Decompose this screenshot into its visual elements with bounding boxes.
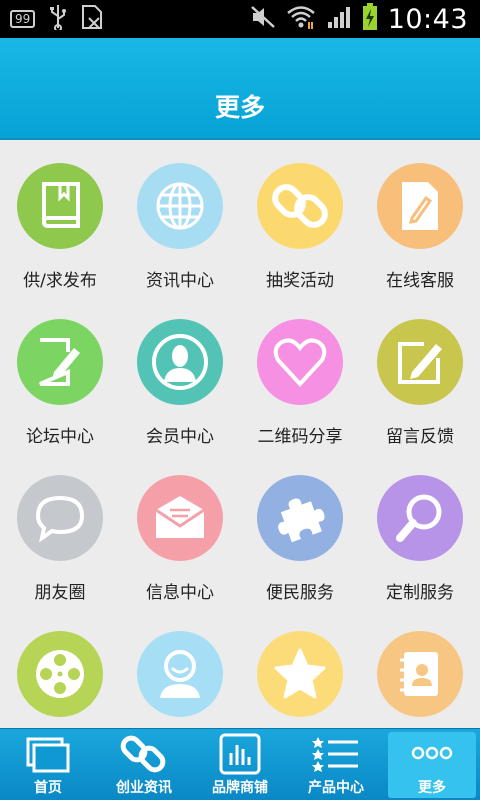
- grid-item-label: 在线客服: [386, 271, 454, 291]
- bottom-tab-bar: 首页 创业资讯 品牌商铺 产品中心 更多: [0, 728, 480, 800]
- tab-label: 品牌商铺: [212, 780, 268, 796]
- grid-item-circle: [377, 163, 463, 249]
- feature-grid: 供/求发布 资讯中心 抽奖活动 在线客服 论坛中心 会员中心 二维码分享 留言反…: [0, 142, 480, 728]
- grid-item-qrcode-share[interactable]: 二维码分享: [240, 298, 360, 454]
- film-reel-icon: [36, 650, 84, 698]
- home-windows-icon: [26, 737, 70, 773]
- grid-item-label: 抽奖活动: [266, 271, 334, 291]
- contact-book-icon: [400, 652, 438, 696]
- chain-link-icon: [272, 184, 328, 228]
- grid-item-label: 留言反馈: [386, 427, 454, 447]
- signal-icon: [326, 5, 352, 33]
- grid-item-convenience[interactable]: 便民服务: [240, 454, 360, 610]
- grid-item-label: 二维码分享: [257, 427, 343, 447]
- heart-icon: [273, 338, 327, 387]
- edit-note-icon: [39, 338, 80, 386]
- grid-item-circle: [377, 475, 463, 561]
- grid-item-circle: [257, 475, 343, 561]
- grid-item-circle: [137, 163, 223, 249]
- grid-item-moments[interactable]: 朋友圈: [0, 454, 120, 610]
- chat-bubble-icon: [35, 495, 85, 543]
- grid-item-circle: [257, 319, 343, 405]
- grid-item-circle: [17, 475, 103, 561]
- grid-item-label: 资讯中心: [146, 271, 214, 291]
- grid-item-circle: [137, 475, 223, 561]
- grid-item-profile[interactable]: [120, 610, 240, 728]
- tab-label: 创业资讯: [116, 780, 172, 796]
- tab-home[interactable]: 首页: [0, 729, 96, 800]
- status-bar: 99 10:43: [0, 0, 480, 38]
- grid-item-label: 论坛中心: [26, 427, 94, 447]
- grid-item-label: 供/求发布: [23, 271, 97, 291]
- smiley-person-icon: [160, 650, 200, 698]
- member-icon: [152, 334, 208, 390]
- page-title: 更多: [214, 93, 265, 122]
- grid-item-label: 便民服务: [266, 583, 334, 603]
- magnifier-icon: [396, 494, 442, 542]
- grid-item-circle: [377, 631, 463, 717]
- tab-label: 更多: [418, 780, 446, 796]
- wifi-icon: [286, 4, 316, 34]
- sim-card-icon: [81, 4, 103, 34]
- notification-count-badge: 99: [10, 10, 36, 28]
- tab-more[interactable]: 更多: [384, 729, 480, 800]
- grid-item-circle: [137, 631, 223, 717]
- document-pen-icon: [402, 182, 438, 230]
- grid-item-member[interactable]: 会员中心: [120, 298, 240, 454]
- book-icon: [42, 182, 80, 228]
- grid-item-news[interactable]: 资讯中心: [120, 142, 240, 298]
- mute-icon: [250, 5, 276, 33]
- grid-item-label: 会员中心: [146, 427, 214, 447]
- more-dots-icon: [411, 746, 453, 760]
- tab-startup-news[interactable]: 创业资讯: [96, 729, 192, 800]
- tab-product-center[interactable]: 产品中心: [288, 729, 384, 800]
- star-icon: [274, 648, 326, 699]
- grid-item-feedback[interactable]: 留言反馈: [360, 298, 480, 454]
- globe-icon: [156, 182, 204, 230]
- grid-item-circle: [17, 319, 103, 405]
- pencil-box-icon: [398, 342, 442, 384]
- battery-icon: [362, 3, 378, 35]
- grid-item-circle: [17, 631, 103, 717]
- grid-item-label: 定制服务: [386, 583, 454, 603]
- grid-item-lottery[interactable]: 抽奖活动: [240, 142, 360, 298]
- grid-item-forum[interactable]: 论坛中心: [0, 298, 120, 454]
- bar-chart-icon: [219, 733, 261, 775]
- star-list-icon: [312, 737, 358, 772]
- grid-item-circle: [257, 163, 343, 249]
- grid-item-messages[interactable]: 信息中心: [120, 454, 240, 610]
- tab-brand-shops[interactable]: 品牌商铺: [192, 729, 288, 800]
- usb-icon: [49, 4, 67, 34]
- clock: 10:43: [387, 3, 468, 35]
- grid-item-online-service[interactable]: 在线客服: [360, 142, 480, 298]
- envelope-icon: [155, 496, 205, 538]
- grid-item-label: 信息中心: [146, 583, 214, 603]
- chain-link-icon: [120, 735, 166, 773]
- grid-item-circle: [17, 163, 103, 249]
- grid-item-label: 朋友圈: [34, 583, 86, 603]
- grid-item-circle: [257, 631, 343, 717]
- tab-label: 首页: [34, 780, 62, 796]
- tab-label: 产品中心: [308, 780, 364, 796]
- grid-item-supply-demand[interactable]: 供/求发布: [0, 142, 120, 298]
- grid-item-video[interactable]: [0, 610, 120, 728]
- app-header: 更多: [0, 38, 480, 140]
- grid-item-favorites[interactable]: [240, 610, 360, 728]
- grid-item-circle: [377, 319, 463, 405]
- grid-item-circle: [137, 319, 223, 405]
- grid-item-contacts[interactable]: [360, 610, 480, 728]
- grid-item-custom-service[interactable]: 定制服务: [360, 454, 480, 610]
- puzzle-icon: [278, 498, 325, 543]
